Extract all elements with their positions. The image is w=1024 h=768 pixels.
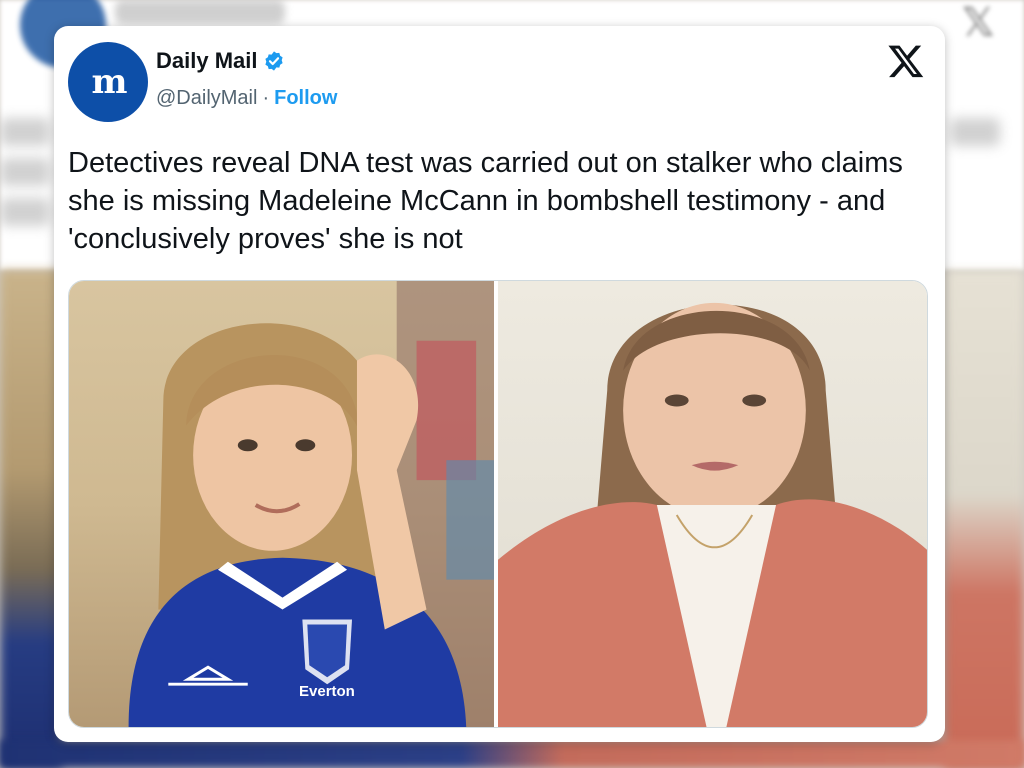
blurred-text-line <box>0 198 50 226</box>
blurred-text-line <box>950 118 1000 146</box>
handle-row: @DailyMail · Follow <box>156 87 337 110</box>
tweet-text: Detectives reveal DNA test was carried o… <box>68 147 903 255</box>
blurred-text-line <box>0 158 50 186</box>
account-name[interactable]: Daily Mail <box>156 48 257 74</box>
avatar[interactable]: m <box>68 42 148 122</box>
photo-left[interactable]: Everton <box>69 281 495 727</box>
blurred-x-logo: 𝕏 <box>962 1 995 45</box>
blurred-text-line <box>0 118 50 146</box>
blurred-bottom-strip <box>0 740 1024 768</box>
follow-button[interactable]: Follow <box>274 87 337 110</box>
blurred-name <box>115 0 285 24</box>
shirt-text: Everton <box>299 683 355 700</box>
tweet-media[interactable]: Everton <box>68 280 928 728</box>
avatar-logo-text: m <box>91 62 128 102</box>
child-photo-illustration <box>128 281 495 727</box>
account-handle[interactable]: @DailyMail <box>156 87 257 110</box>
blurred-left-photo <box>0 270 62 768</box>
account-name-row: Daily Mail <box>156 48 285 74</box>
x-logo-icon[interactable] <box>887 42 925 80</box>
separator-dot: · <box>262 87 270 109</box>
photo-right[interactable] <box>498 281 927 727</box>
tweet-card: m Daily Mail @DailyMail · Follow Detecti… <box>54 26 945 742</box>
woman-photo-illustration <box>498 302 927 727</box>
verified-badge-icon <box>265 51 284 71</box>
blurred-right-photo <box>944 270 1024 768</box>
